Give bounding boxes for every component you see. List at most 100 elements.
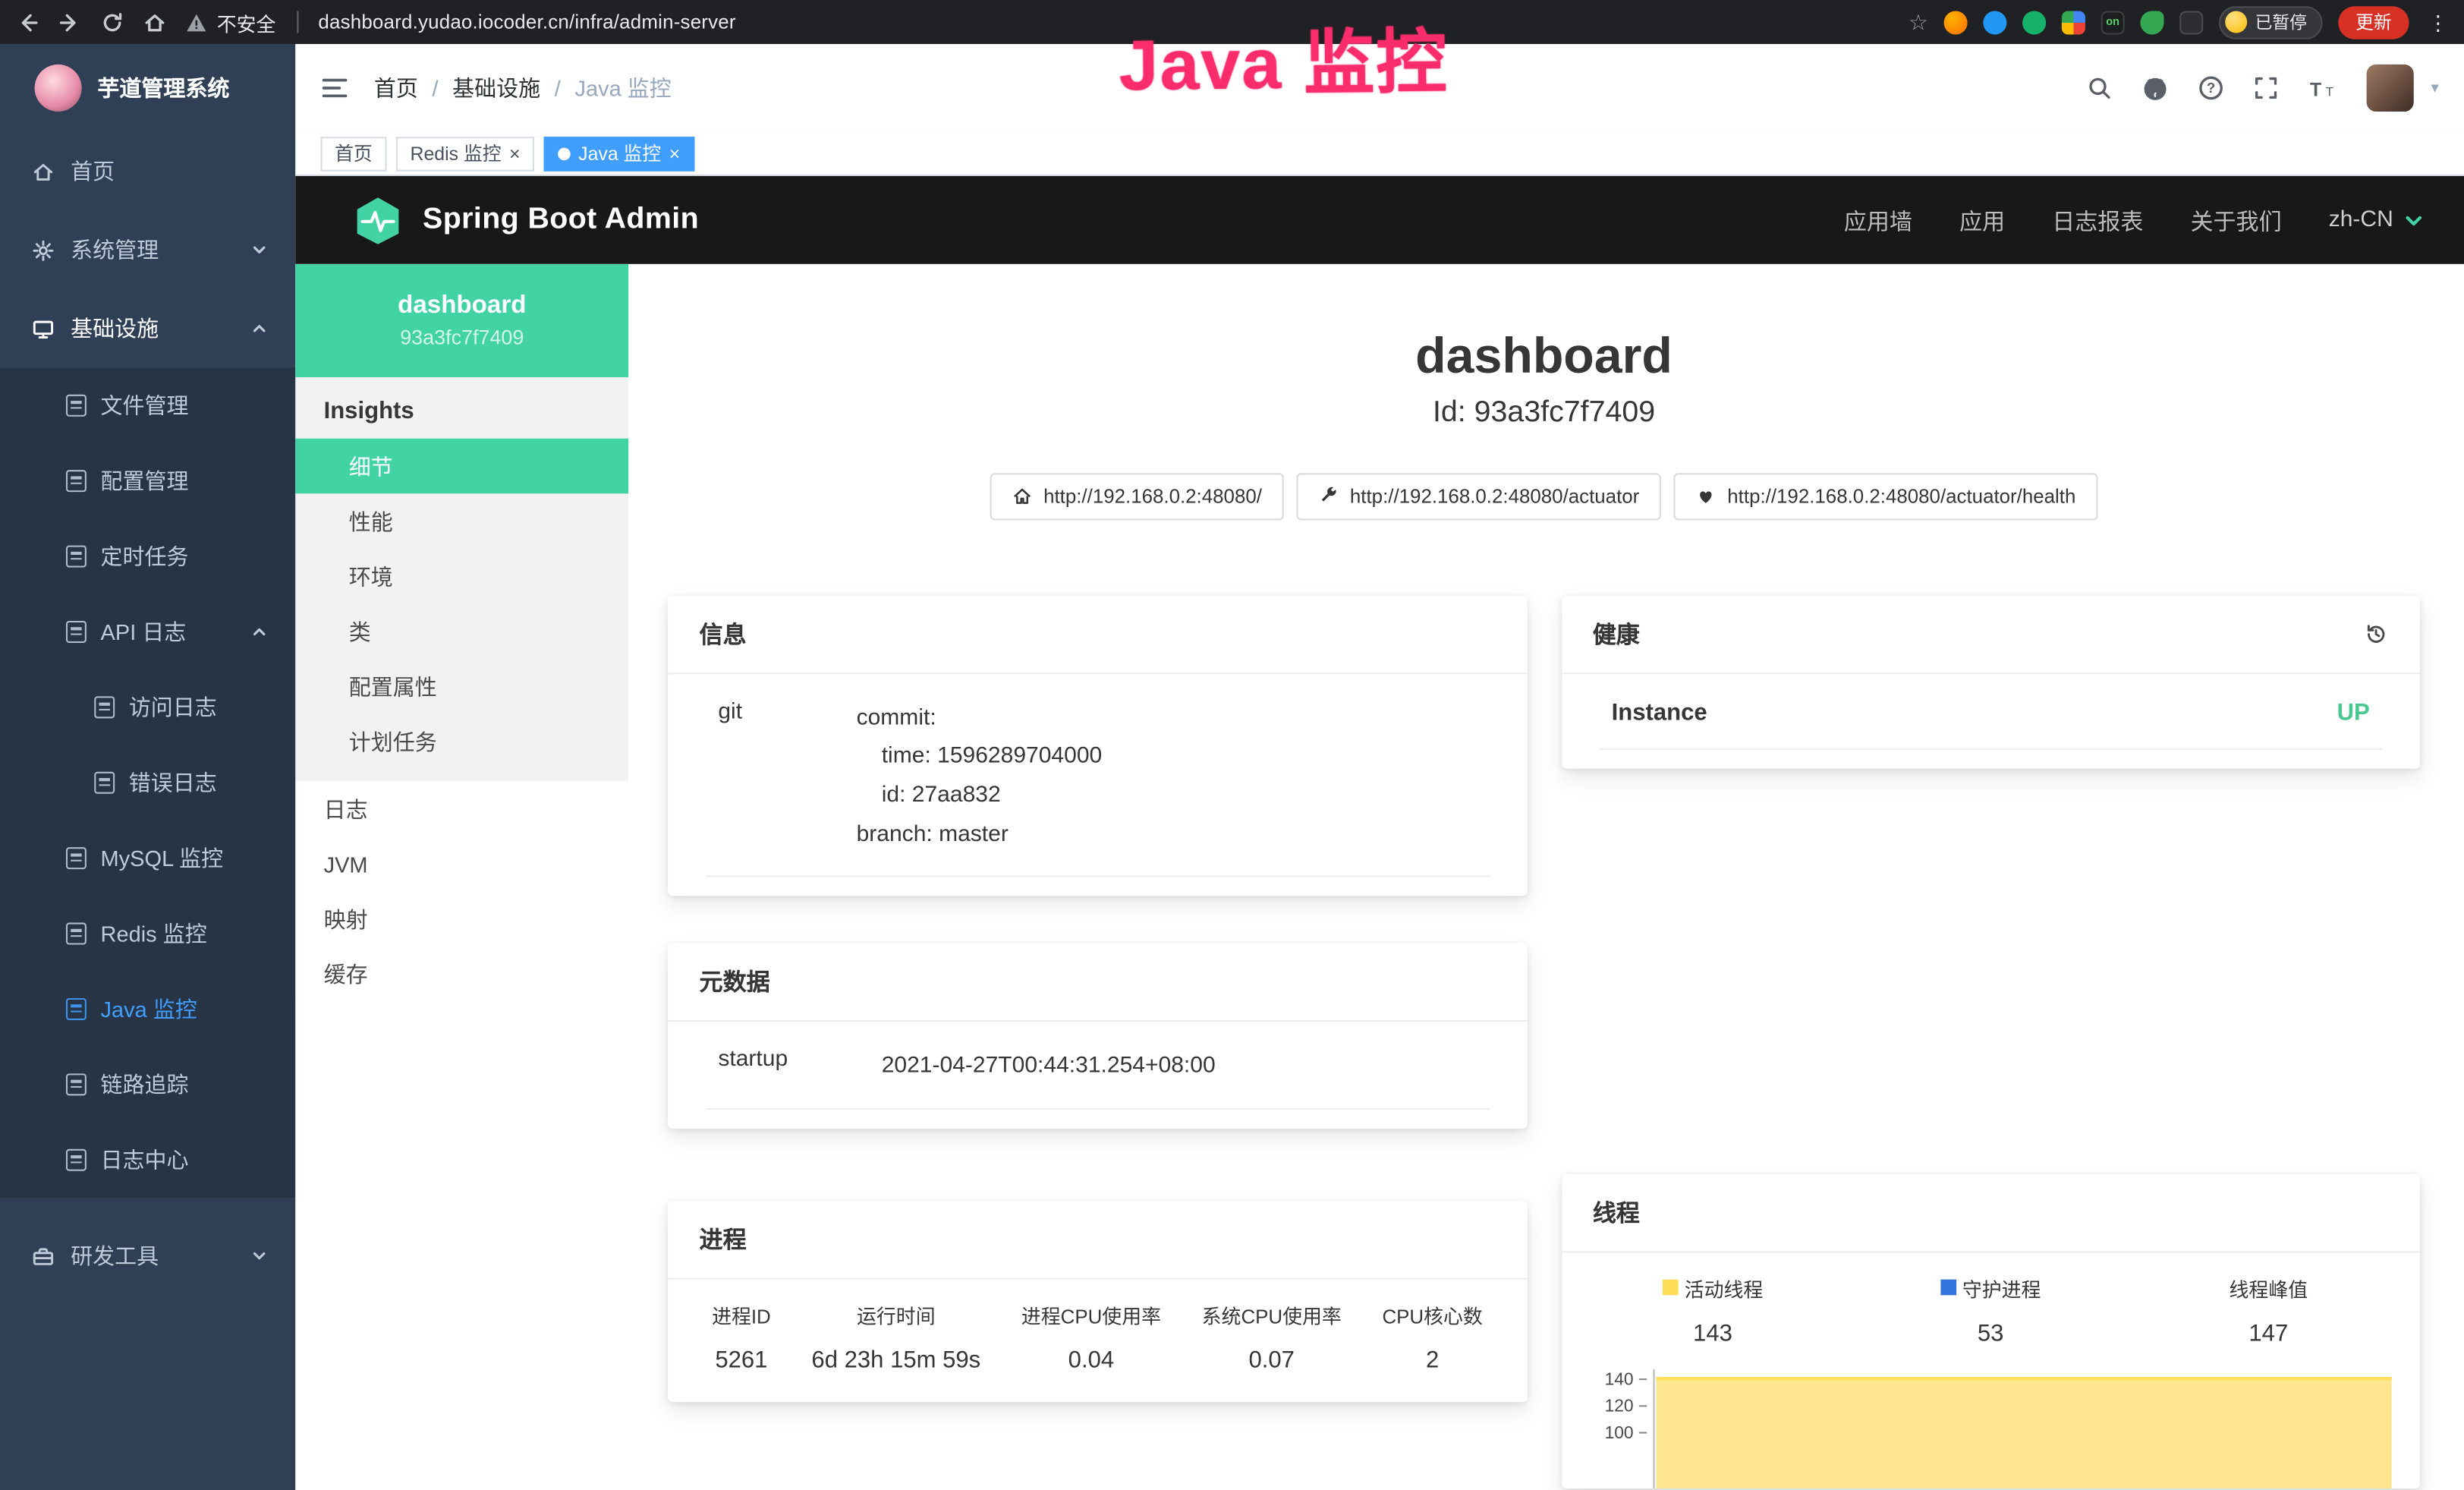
sba-insights-group: Insights 细节 性能 环境 类 配置属性 计划任务 [295, 377, 628, 781]
github-icon[interactable] [2141, 74, 2168, 101]
profile-paused-badge[interactable]: 已暂停 [2219, 5, 2323, 38]
home-icon[interactable] [143, 10, 166, 33]
extension-icon[interactable] [1944, 10, 1968, 33]
sidebar-item-scheduled-jobs[interactable]: 定时任务 [0, 518, 295, 594]
monitor-icon [31, 317, 55, 340]
breadcrumb-item[interactable]: 首页 [374, 72, 418, 103]
extension-icon[interactable] [2022, 10, 2046, 33]
legend-label: 活动线程 [1685, 1273, 1764, 1303]
live-threads-area-series [1656, 1377, 2392, 1488]
info-card: 信息 git commit: time: 1596289704000 id: 2… [668, 595, 1527, 896]
extension-icon[interactable]: on [2101, 10, 2125, 33]
toolbox-icon [31, 1244, 55, 1268]
sba-menu-configprops[interactable]: 配置属性 [295, 659, 628, 713]
sba-menu-logs[interactable]: 日志 [295, 781, 628, 836]
legend-value: 53 [1852, 1320, 2129, 1347]
sba-nav-journal[interactable]: 日志报表 [2052, 203, 2143, 236]
sba-nav-about[interactable]: 关于我们 [2190, 203, 2281, 236]
sba-menu-jvm[interactable]: JVM [295, 836, 628, 891]
sidebar-item-system[interactable]: 系统管理 [0, 210, 295, 289]
tab-label: Redis 监控 [411, 140, 502, 166]
sba-menu-mappings[interactable]: 映射 [295, 891, 628, 946]
app-logo[interactable]: 芋道管理系统 [0, 44, 295, 132]
extension-icon[interactable] [1983, 10, 2006, 33]
sidebar-item-infrastructure[interactable]: 基础设施 [0, 289, 295, 368]
timer-icon [66, 546, 87, 568]
sba-instance-block[interactable]: dashboard 93a3fc7f7409 [295, 264, 628, 377]
user-avatar[interactable] [2367, 65, 2414, 112]
page-subtitle: Id: 93a3fc7f7409 [668, 395, 2420, 430]
sidebar-item-label: 配置管理 [101, 465, 189, 496]
actuator-url-button[interactable]: http://192.168.0.2:48080/actuator [1296, 473, 1661, 520]
sidebar-item-config-management[interactable]: 配置管理 [0, 443, 295, 518]
instance-id: 93a3fc7f7409 [400, 326, 524, 349]
breadcrumb-item[interactable]: 基础设施 [452, 72, 540, 103]
instance-url-button[interactable]: http://192.168.0.2:48080/ [990, 473, 1284, 520]
java-monitor-icon [66, 998, 87, 1020]
history-icon[interactable] [2363, 622, 2388, 646]
sidebar-item-redis-monitor[interactable]: Redis 监控 [0, 896, 295, 971]
back-icon[interactable] [16, 10, 39, 33]
tab-home[interactable]: 首页 [320, 136, 386, 171]
legend-label: 守护进程 [1962, 1273, 2041, 1303]
svg-text:T: T [2326, 83, 2333, 98]
close-icon[interactable]: × [509, 143, 521, 162]
sidebar-item-api-logs[interactable]: API 日志 [0, 594, 295, 669]
sidebar-item-label: 错误日志 [129, 767, 217, 799]
sidebar-item-dev-tools[interactable]: 研发工具 [0, 1217, 295, 1296]
fullscreen-icon[interactable] [2253, 75, 2278, 100]
extension-icon[interactable] [2140, 10, 2163, 33]
sba-logo-icon [352, 194, 404, 246]
gear-icon [31, 238, 55, 262]
browser-update-button[interactable]: 更新 [2338, 5, 2409, 38]
info-line: commit: [857, 699, 1103, 738]
legend-swatch-yellow [1663, 1280, 1679, 1296]
screen: 不安全 dashboard.yudao.iocoder.cn/infra/adm… [0, 0, 2464, 1490]
extension-icon[interactable] [2062, 10, 2085, 33]
sba-menu-classes[interactable]: 类 [295, 603, 628, 658]
bookmark-star-icon[interactable]: ☆ [1909, 11, 1928, 33]
tab-java-monitor[interactable]: Java 监控 × [544, 136, 694, 171]
sba-locale-select[interactable]: zh-CN [2329, 207, 2423, 232]
close-icon[interactable]: × [669, 143, 681, 162]
sba-menu-environment[interactable]: 环境 [295, 549, 628, 603]
tab-redis-monitor[interactable]: Redis 监控 × [396, 136, 534, 171]
y-tick-label: 100 [1605, 1424, 1634, 1443]
sidebar-item-mysql-monitor[interactable]: MySQL 监控 [0, 821, 295, 896]
caret-down-icon[interactable]: ▾ [2431, 80, 2438, 97]
sidebar-item-error-logs[interactable]: 错误日志 [0, 745, 295, 821]
extensions-puzzle-icon[interactable] [2179, 10, 2203, 33]
sba-menu-caches[interactable]: 缓存 [295, 947, 628, 1001]
sidebar-item-tracing[interactable]: 链路追踪 [0, 1047, 295, 1122]
sba-brand[interactable]: Spring Boot Admin [352, 194, 699, 246]
sba-nav-applications-wall[interactable]: 应用墙 [1844, 203, 1912, 236]
sba-menu-metrics[interactable]: 性能 [295, 493, 628, 548]
card-title: 线程 [1593, 1195, 1640, 1228]
sidebar-item-label: 日志中心 [101, 1145, 189, 1176]
page-title: dashboard [668, 327, 2420, 385]
font-size-icon[interactable]: TT [2308, 76, 2337, 99]
info-key: git [718, 699, 856, 854]
search-icon[interactable] [2087, 75, 2112, 100]
address-bar-url[interactable]: dashboard.yudao.iocoder.cn/infra/admin-s… [318, 11, 735, 33]
sidebar-item-access-logs[interactable]: 访问日志 [0, 669, 295, 745]
health-card: 健康 Instance UP [1561, 595, 2420, 768]
site-security[interactable]: 不安全 dashboard.yudao.iocoder.cn/infra/adm… [185, 7, 735, 36]
sidebar-item-java-monitor[interactable]: Java 监控 [0, 972, 295, 1047]
sba-menu-scheduled-tasks[interactable]: 计划任务 [295, 713, 628, 768]
help-icon[interactable]: ? [2198, 75, 2223, 100]
paused-label: 已暂停 [2255, 9, 2307, 34]
hamburger-icon[interactable] [320, 75, 348, 100]
sba-menu-details[interactable]: 细节 [295, 439, 628, 493]
sba-nav-applications[interactable]: 应用 [1959, 203, 2005, 236]
legend-item: 线程峰值 147 [2129, 1273, 2407, 1347]
forward-icon[interactable] [58, 10, 82, 33]
legend-swatch-blue [1940, 1280, 1956, 1296]
tab-label: Java 监控 [578, 140, 661, 166]
health-url-button[interactable]: http://192.168.0.2:48080/actuator/health [1674, 473, 2098, 520]
reload-icon[interactable] [101, 10, 124, 33]
sidebar-item-home[interactable]: 首页 [0, 132, 295, 211]
browser-menu-icon[interactable]: ⋮ [2428, 12, 2448, 33]
sidebar-item-file-management[interactable]: 文件管理 [0, 368, 295, 443]
sidebar-item-log-center[interactable]: 日志中心 [0, 1123, 295, 1198]
